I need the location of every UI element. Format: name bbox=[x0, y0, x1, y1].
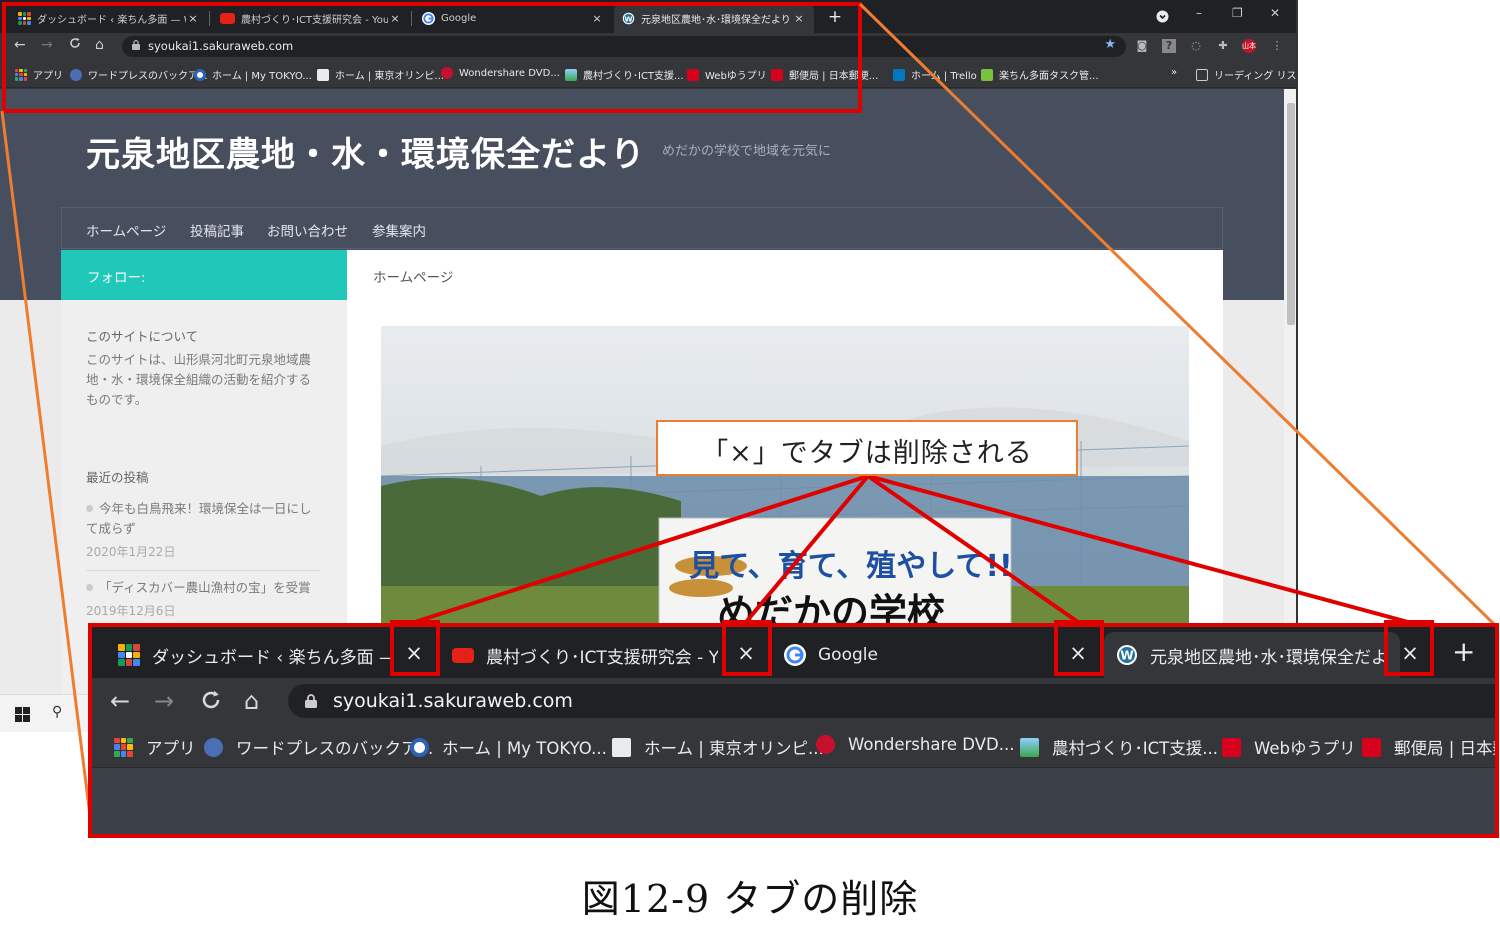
close-button-highlight bbox=[1054, 620, 1104, 676]
close-button-highlight bbox=[722, 620, 772, 676]
close-button-highlight bbox=[390, 620, 440, 676]
close-button-highlight bbox=[1384, 620, 1434, 676]
callout-box: 「×」でタブは削除される bbox=[656, 420, 1078, 476]
figure-caption: 図12-9 タブの削除 bbox=[581, 877, 919, 921]
zoom-highlight-box bbox=[88, 623, 1499, 838]
callout-text: 「×」でタブは削除される bbox=[701, 438, 1033, 469]
